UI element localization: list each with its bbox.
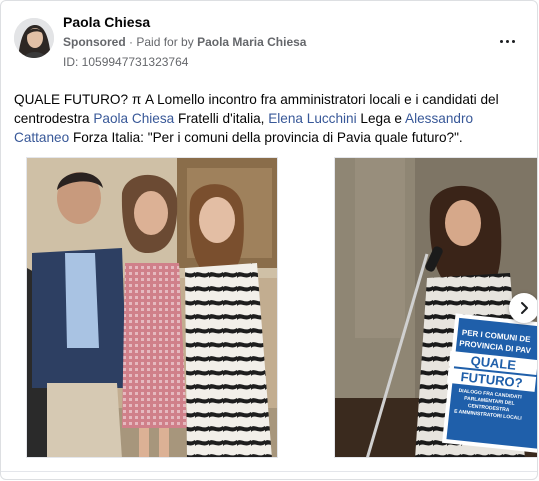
carousel-image-group-photo[interactable] — [26, 157, 278, 458]
divider — [1, 471, 537, 472]
paid-for-label: Paid for by — [136, 35, 194, 49]
more-options-icon — [498, 39, 516, 43]
post-text: QUALE FUTURO? π A Lomello incontro fra a… — [14, 90, 524, 147]
avatar-photo — [14, 18, 54, 58]
carousel-next-button[interactable] — [509, 293, 537, 323]
sponsor-line: Sponsored · Paid for by Paola Maria Chie… — [63, 35, 306, 49]
image-carousel[interactable]: PER I COMUNI DE PROVINCIA DI PAV QUALE F… — [1, 157, 537, 459]
group-photo — [27, 158, 277, 457]
post-text-part: Forza Italia: "Per i comuni della provin… — [69, 130, 463, 145]
carousel-image-speaker[interactable]: PER I COMUNI DE PROVINCIA DI PAV QUALE F… — [334, 157, 537, 458]
sponsored-post-card: Paola Chiesa Sponsored · Paid for by Pao… — [0, 0, 538, 480]
sign-text: PER I COMUNI DE PROVINCIA DI PAV QUALE F… — [444, 326, 537, 424]
sponsored-label: Sponsored — [63, 35, 126, 49]
author-name[interactable]: Paola Chiesa — [63, 14, 150, 30]
chevron-right-icon — [521, 302, 528, 314]
more-options-button[interactable] — [495, 29, 519, 53]
ad-id: ID: 1059947731323764 — [63, 55, 189, 69]
post-text-part: Fratelli d'italia, — [174, 111, 269, 126]
payer-name[interactable]: Paola Maria Chiesa — [197, 35, 306, 49]
link-paola-chiesa[interactable]: Paola Chiesa — [93, 111, 174, 126]
link-elena-lucchini[interactable]: Elena Lucchini — [268, 111, 356, 126]
avatar[interactable] — [14, 18, 54, 58]
post-text-part: Lega e — [356, 111, 406, 126]
